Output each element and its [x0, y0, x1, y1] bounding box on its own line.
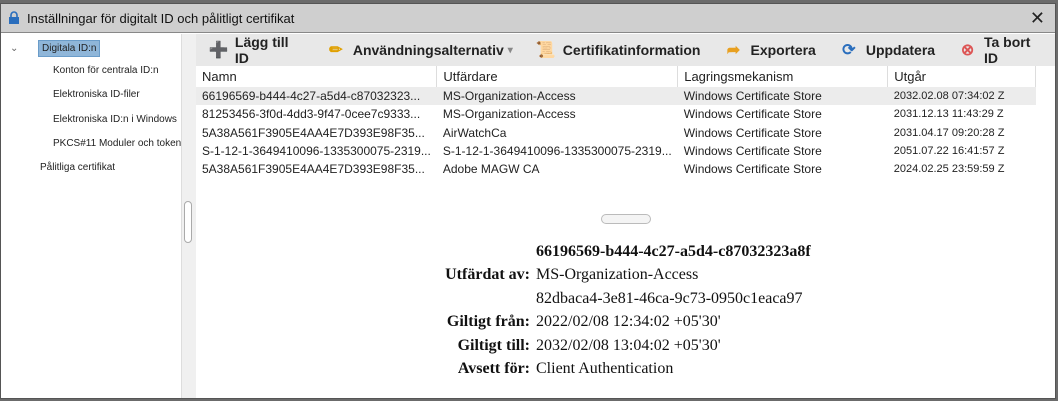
resize-handle[interactable]	[184, 201, 192, 243]
cell-expires: 2024.02.25 23:59:59 Z	[893, 163, 1005, 176]
cell-name: S-1-12-1-3649410096-1335300075-2319...	[202, 144, 431, 159]
refresh-label: Uppdatera	[865, 42, 936, 58]
valid-from-value: 2022/02/08 12:34:02 +05'30'	[536, 313, 721, 331]
refresh-icon: ⟳	[842, 42, 856, 59]
certificate-info-label: Certifikatinformation	[562, 42, 701, 58]
toolbar: ➕ Lägg till ID ✏ Användningsalternativ ▾ 📜 C…	[196, 34, 1055, 66]
cell-issuer: MS-Organization-Access	[442, 107, 576, 122]
cell-issuer: AirWatchCa	[442, 125, 507, 140]
column-header-name[interactable]: Namn	[196, 66, 438, 87]
valid-to-label: Giltigt till:	[457, 336, 530, 354]
cell-name: 5A38A561F3905E4AA4E7D393E98F35...	[202, 125, 425, 140]
cell-expires: 2051.07.22 16:41:57 Z	[893, 145, 1005, 158]
main-panel: ➕ Lägg till ID ✏ Användningsalternativ ▾ 📜 C…	[196, 34, 1055, 398]
split-handle[interactable]	[601, 214, 651, 224]
export-button[interactable]: ➦ Exportera	[722, 40, 816, 60]
cert-name: 66196569-b444-4c27-a5d4-c87032323a8f	[536, 242, 811, 260]
chevron-down-icon[interactable]: ⌄	[10, 43, 18, 54]
cell-storage: Windows Certificate Store	[677, 87, 888, 106]
cell-issuer: Adobe MAGW CA	[442, 162, 540, 177]
sidebar-tree: ⌄ Digitala ID:n Konton för centrala ID:n…	[1, 34, 181, 398]
table-row[interactable]: 5A38A561F3905E4AA4E7D393E98F35... Adobe M…	[196, 160, 1036, 178]
cell-name: 81253456-3f0d-4dd3-9f47-0cee7c9333...	[202, 107, 421, 122]
pencil-icon: ✏	[329, 42, 343, 59]
tree-item-pkcs11[interactable]: PKCS#11 Moduler och token	[53, 138, 181, 149]
table-row[interactable]: 66196569-b444-4c27-a5d4-c87032323... MS-O…	[196, 87, 1036, 106]
export-arrow-icon: ➦	[726, 42, 741, 59]
issued-by-id: 82dbaca4-3e81-46ca-9c73-0950c1eaca97	[536, 289, 803, 307]
certificate-details: 66196569-b444-4c27-a5d4-c87032323a8f Utf…	[196, 240, 1055, 381]
cell-storage: Windows Certificate Store	[683, 144, 822, 159]
table-row[interactable]: 5A38A561F3905E4AA4E7D393E98F35... AirWatc…	[196, 124, 1036, 142]
cell-expires: 2032.02.08 07:34:02 Z	[887, 87, 1036, 106]
cell-name: 5A38A561F3905E4AA4E7D393E98F35...	[202, 162, 425, 177]
close-button[interactable]: ✕	[1030, 8, 1045, 29]
usage-options-label: Användningsalternativ	[352, 42, 504, 58]
title-bar: Inställningar för digitalt ID och pålitl…	[1, 4, 1055, 33]
dropdown-arrow-icon: ▾	[507, 44, 513, 56]
table-header: Namn Utfärdare Lagringsmekanism Utgår	[196, 66, 1036, 87]
valid-to-value: 2032/02/08 13:04:02 +05'30'	[536, 336, 721, 354]
tree-item-id-files[interactable]: Elektroniska ID-filer	[53, 89, 140, 100]
remove-icon: ⊗	[960, 42, 975, 59]
cell-issuer: MS-Organization-Access	[436, 87, 678, 106]
tree-item-digital-ids[interactable]: Digitala ID:n	[38, 40, 101, 57]
export-label: Exportera	[750, 42, 816, 58]
add-id-icon: ➕	[208, 42, 229, 59]
valid-from-label: Giltigt från:	[446, 313, 530, 331]
cell-storage: Windows Certificate Store	[683, 162, 822, 177]
add-id-button[interactable]: ➕ Lägg till ID	[208, 34, 303, 66]
cell-name: 66196569-b444-4c27-a5d4-c87032323...	[196, 87, 437, 106]
lock-icon	[9, 11, 19, 24]
issued-by-value: MS-Organization-Access	[536, 266, 699, 284]
id-table: Namn Utfärdare Lagringsmekanism Utgår 66…	[196, 66, 1036, 178]
digital-id-settings-dialog: Inställningar för digitalt ID och pålitl…	[0, 3, 1056, 399]
remove-id-button[interactable]: ⊗ Ta bort ID	[957, 34, 1045, 66]
window-title: Inställningar för digitalt ID och pålitl…	[27, 10, 295, 26]
remove-id-label: Ta bort ID	[983, 34, 1031, 66]
cell-expires: 2031.12.13 11:43:29 Z	[893, 108, 1004, 121]
cell-issuer: S-1-12-1-3649410096-1335300075-2319...	[442, 144, 672, 159]
cell-expires: 2031.04.17 09:20:28 Z	[893, 126, 1005, 139]
certificate-icon: 📜	[535, 42, 556, 59]
tree-item-windows-ids[interactable]: Elektroniska ID:n i Windows	[53, 114, 177, 125]
cell-storage: Windows Certificate Store	[683, 125, 822, 140]
issued-by-label: Utfärdat av:	[445, 266, 530, 284]
column-header-storage[interactable]: Lagringsmekanism	[677, 66, 889, 87]
add-id-label: Lägg till ID	[234, 34, 289, 66]
purpose-value: Client Authentication	[536, 360, 674, 378]
cell-storage: Windows Certificate Store	[683, 107, 822, 122]
table-row[interactable]: S-1-12-1-3649410096-1335300075-2319... S-…	[196, 142, 1036, 160]
certificate-info-button[interactable]: 📜 Certifikatinformation	[535, 40, 701, 60]
refresh-button[interactable]: ⟳ Uppdatera	[838, 40, 935, 60]
purpose-label: Avsett för:	[457, 360, 530, 378]
column-header-expires[interactable]: Utgår	[887, 66, 1036, 87]
column-header-issuer[interactable]: Utfärdare	[436, 66, 679, 87]
table-row[interactable]: 81253456-3f0d-4dd3-9f47-0cee7c9333... MS-…	[196, 105, 1036, 123]
tree-item-central-id-accounts[interactable]: Konton för centrala ID:n	[53, 65, 159, 76]
tree-item-trusted-certificates[interactable]: Pålitliga certifikat	[40, 162, 115, 173]
usage-options-button[interactable]: ✏ Användningsalternativ ▾	[325, 40, 513, 60]
